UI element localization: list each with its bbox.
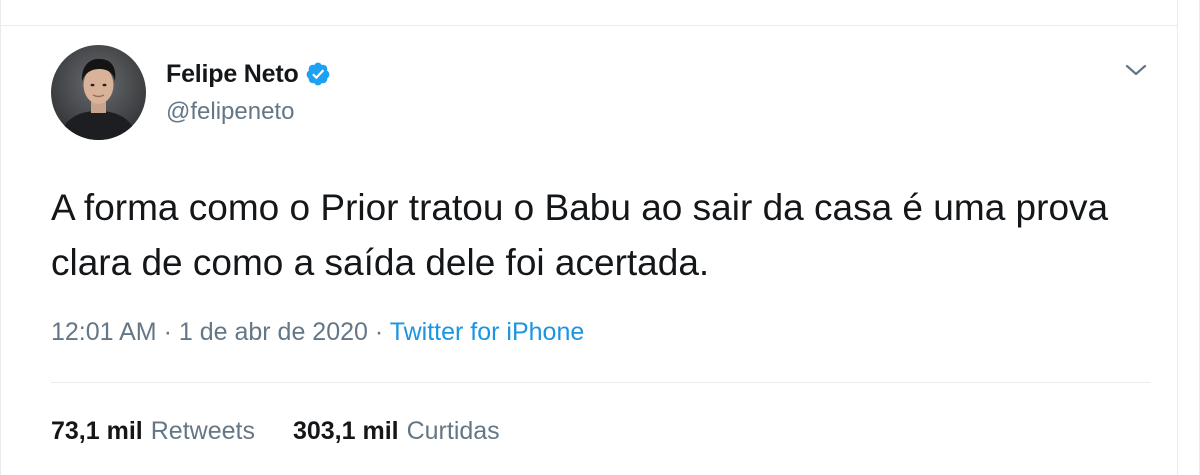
author-handle[interactable]: @felipeneto — [166, 98, 294, 126]
card-right-border — [1177, 0, 1178, 475]
tweet-text: A forma como o Prior tratou o Babu ao sa… — [51, 187, 1109, 283]
display-name[interactable]: Felipe Neto — [166, 60, 299, 89]
retweets-stat[interactable]: 73,1 mil Retweets — [51, 417, 255, 446]
top-divider — [1, 25, 1177, 26]
tweet-card: Felipe Neto @felipeneto A forma como o P… — [0, 0, 1200, 475]
chevron-down-icon[interactable] — [1123, 60, 1149, 80]
author-name-row[interactable]: Felipe Neto — [166, 58, 331, 90]
likes-label: Curtidas — [406, 417, 500, 445]
meta-separator: · — [163, 318, 172, 346]
likes-count: 303,1 mil — [292, 417, 399, 445]
tweet-source-link[interactable]: Twitter for iPhone — [390, 318, 585, 346]
tweet-metadata: 12:01 AM · 1 de abr de 2020 · Twitter fo… — [51, 318, 584, 347]
retweets-label: Retweets — [150, 417, 255, 445]
stats-divider — [51, 382, 1151, 383]
likes-stat[interactable]: 303,1 mil Curtidas — [293, 417, 500, 446]
meta-separator: · — [374, 318, 384, 346]
tweet-date[interactable]: 1 de abr de 2020 — [179, 318, 368, 346]
retweets-count: 73,1 mil — [51, 417, 143, 445]
tweet-time[interactable]: 12:01 AM — [51, 318, 157, 346]
avatar[interactable] — [51, 45, 146, 140]
avatar-image — [51, 45, 146, 140]
verified-badge-icon — [305, 61, 331, 87]
tweet-stats: 73,1 mil Retweets 303,1 mil Curtidas — [51, 417, 500, 446]
